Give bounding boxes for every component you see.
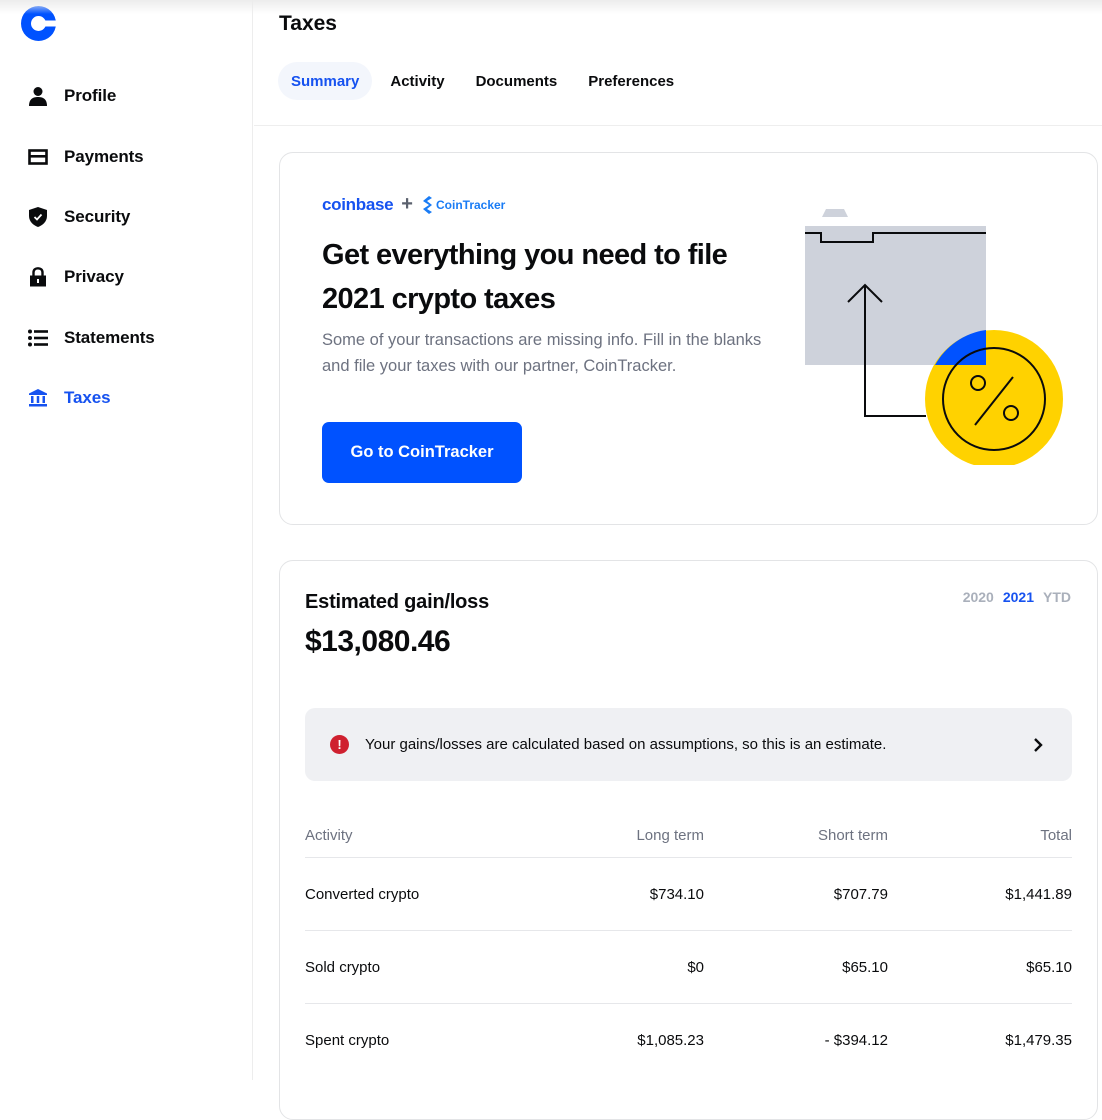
long-term-cell: $734.10 — [649, 885, 704, 903]
activity-cell: Sold crypto — [305, 958, 381, 976]
short-term-cell: - $394.12 — [824, 1032, 888, 1049]
page-title: Taxes — [279, 12, 337, 35]
gain-loss-title: Estimated gain/loss — [305, 591, 490, 613]
promo-title: Get everything you need to file 2021 cry… — [322, 239, 728, 315]
go-to-cointracker-button[interactable]: Go to CoinTracker — [322, 422, 522, 483]
short-term-cell: $707.79 — [833, 885, 888, 903]
folder-upload-percent-illustration — [800, 205, 1070, 468]
sidebar: Profile Payments Security Privacy Statem… — [0, 0, 253, 1080]
table-header-row: Activity Long term Short term Total — [305, 816, 1072, 858]
table-row: Sold crypto $0 $65.10 $65.10 — [305, 931, 1072, 1004]
year-option-2021[interactable]: 2021 — [1003, 589, 1034, 605]
chevron-right-icon — [1030, 737, 1046, 753]
total-cell: $1,441.89 — [1005, 885, 1072, 903]
activity-cell: Converted crypto — [305, 885, 420, 903]
sidebar-item-taxes[interactable]: Taxes — [26, 383, 111, 413]
gain-loss-table: Activity Long term Short term Total Conv… — [305, 816, 1072, 1077]
table-row: Converted crypto $734.10 $707.79 $1,441.… — [305, 858, 1072, 931]
main-content: Taxes Summary Activity Documents Prefere… — [254, 0, 1102, 1120]
total-cell: $65.10 — [1026, 958, 1072, 976]
sidebar-item-security[interactable]: Security — [26, 202, 130, 232]
tab-bar: Summary Activity Documents Preferences — [278, 62, 692, 100]
activity-cell: Spent crypto — [305, 1032, 390, 1049]
plus-icon: + — [401, 193, 413, 215]
error-icon: ! — [330, 735, 349, 754]
card-icon — [26, 145, 50, 169]
tab-preferences[interactable]: Preferences — [575, 62, 687, 100]
tab-activity[interactable]: Activity — [377, 62, 457, 100]
sidebar-item-label: Taxes — [64, 388, 111, 407]
cointracker-logo: CoinTracker — [421, 195, 506, 214]
total-cell: $1,479.35 — [1005, 1032, 1072, 1049]
long-term-cell: $0 — [687, 958, 704, 976]
table-row: Spent crypto $1,085.23 - $394.12 $1,479.… — [305, 1004, 1072, 1077]
cointracker-mark-icon — [422, 195, 432, 214]
sidebar-item-payments[interactable]: Payments — [26, 142, 144, 172]
year-selector: 2020 2021 YTD — [954, 589, 1071, 605]
person-icon — [26, 84, 50, 108]
sidebar-item-label: Security — [64, 207, 131, 226]
column-header-long-term: Long term — [636, 827, 704, 844]
sidebar-item-label: Profile — [64, 86, 117, 105]
sidebar-item-label: Statements — [64, 328, 155, 347]
list-icon — [26, 326, 50, 350]
cointracker-wordmark: CoinTracker — [435, 197, 506, 212]
bank-icon — [26, 386, 50, 410]
short-term-cell: $65.10 — [842, 958, 888, 976]
promo-description: Some of your transactions are missing in… — [322, 331, 762, 375]
gain-loss-amount: $13,080.46 — [305, 625, 451, 658]
long-term-cell: $1,085.23 — [637, 1032, 704, 1049]
coinbase-wordmark: coinbase — [322, 194, 394, 214]
sidebar-item-label: Privacy — [64, 267, 124, 286]
header-divider — [254, 125, 1102, 126]
shield-check-icon — [26, 205, 50, 229]
column-header-short-term: Short term — [817, 827, 888, 844]
sidebar-item-privacy[interactable]: Privacy — [26, 262, 124, 292]
sidebar-item-statements[interactable]: Statements — [26, 323, 155, 353]
tab-documents[interactable]: Documents — [463, 62, 571, 100]
notice-text: Your gains/losses are calculated based o… — [365, 736, 887, 753]
coinbase-logo-icon[interactable] — [21, 6, 57, 41]
estimated-gain-loss-card: Estimated gain/loss $13,080.46 2020 2021… — [279, 560, 1098, 1120]
year-option-2020[interactable]: 2020 — [963, 589, 994, 605]
column-header-activity: Activity — [305, 827, 353, 844]
estimate-notice-banner[interactable]: ! Your gains/losses are calculated based… — [305, 708, 1072, 781]
sidebar-item-profile[interactable]: Profile — [26, 81, 116, 111]
lock-icon — [26, 265, 50, 289]
year-option-ytd[interactable]: YTD — [1043, 589, 1071, 605]
tab-summary[interactable]: Summary — [278, 62, 373, 100]
sidebar-item-label: Payments — [64, 147, 144, 166]
partner-brand-row: coinbase + CoinTracker — [322, 193, 505, 216]
column-header-total: Total — [1040, 827, 1072, 844]
cointracker-promo-card: coinbase + CoinTracker Get everything yo… — [279, 152, 1098, 525]
